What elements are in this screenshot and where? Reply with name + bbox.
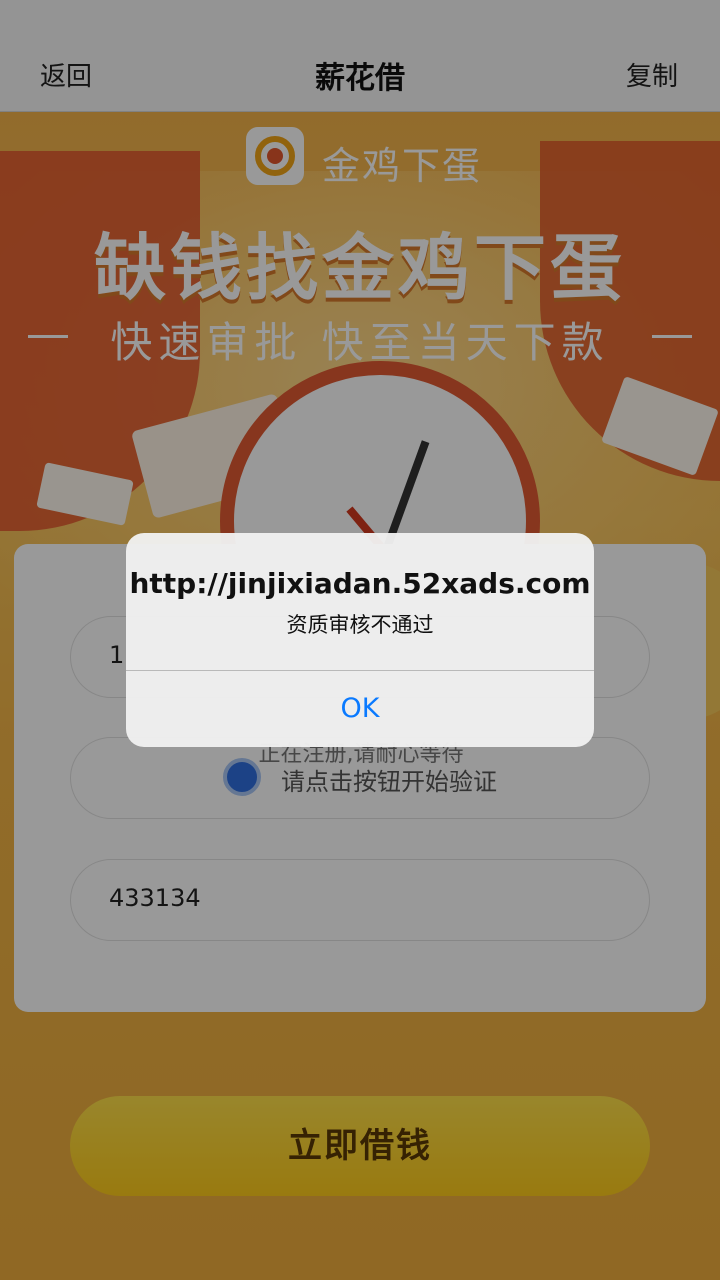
alert-title: http://jinjixiadan.52xads.com <box>129 567 591 600</box>
alert-dialog: http://jinjixiadan.52xads.com 资质审核不通过 OK <box>126 533 594 747</box>
alert-message: 资质审核不通过 <box>286 613 434 637</box>
alert-ok-button[interactable]: OK <box>126 671 594 747</box>
